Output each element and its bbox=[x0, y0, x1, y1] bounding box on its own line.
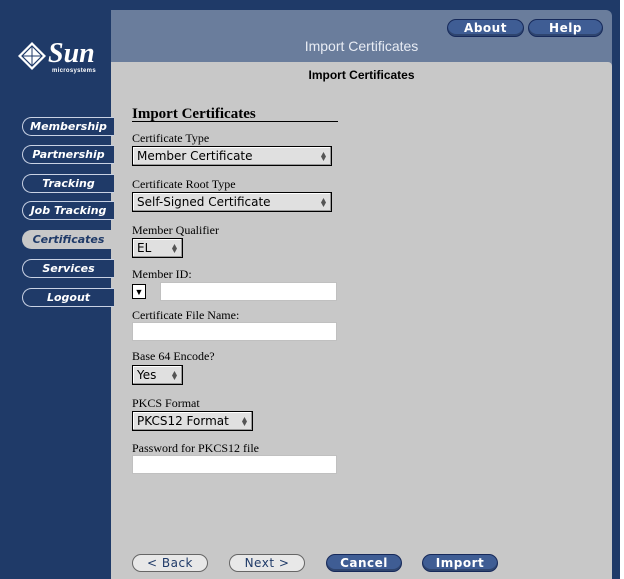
sun-diamond-icon bbox=[18, 42, 46, 70]
member-qualifier-value: EL bbox=[137, 241, 152, 255]
logo-subtitle: microsystems bbox=[52, 68, 96, 74]
next-button[interactable]: Next > bbox=[229, 554, 305, 572]
certificate-type-label: Certificate Type bbox=[132, 131, 210, 145]
select-arrow-icon bbox=[172, 244, 177, 253]
member-qualifier-select[interactable]: EL bbox=[132, 238, 183, 258]
pkcs-format-label: PKCS Format bbox=[132, 396, 200, 410]
sidebar-item-job-tracking[interactable]: Job Tracking bbox=[22, 201, 114, 220]
certificate-root-type-value: Self-Signed Certificate bbox=[137, 195, 271, 209]
back-button[interactable]: < Back bbox=[132, 554, 208, 572]
member-id-dropdown[interactable]: ▼ bbox=[132, 284, 146, 299]
certificate-type-value: Member Certificate bbox=[137, 149, 253, 163]
base64-encode-value: Yes bbox=[137, 368, 157, 382]
help-button[interactable]: Help bbox=[528, 19, 603, 37]
page-title: Import Certificates bbox=[308, 68, 415, 82]
chevron-down-icon: ▼ bbox=[134, 286, 144, 297]
member-id-input[interactable] bbox=[160, 282, 337, 301]
certificate-root-type-select[interactable]: Self-Signed Certificate bbox=[132, 192, 332, 212]
certificate-type-select[interactable]: Member Certificate bbox=[132, 146, 332, 166]
select-arrow-icon bbox=[321, 198, 326, 207]
select-arrow-icon bbox=[321, 152, 326, 161]
import-button[interactable]: Import bbox=[422, 554, 498, 572]
select-arrow-icon bbox=[172, 371, 177, 380]
sidebar-item-certificates[interactable]: Certificates bbox=[22, 230, 114, 249]
pkcs-format-value: PKCS12 Format bbox=[137, 414, 229, 428]
certificate-root-type-label: Certificate Root Type bbox=[132, 177, 236, 191]
pkcs-format-select[interactable]: PKCS12 Format bbox=[132, 411, 253, 431]
member-qualifier-label: Member Qualifier bbox=[132, 223, 219, 237]
select-arrow-icon bbox=[242, 417, 247, 426]
base64-encode-select[interactable]: Yes bbox=[132, 365, 183, 385]
app-frame: Sun microsystems Import Certificates Abo… bbox=[0, 0, 620, 579]
sidebar-item-partnership[interactable]: Partnership bbox=[22, 145, 114, 164]
sidebar-item-membership[interactable]: Membership bbox=[22, 117, 114, 136]
header-title: Import Certificates bbox=[304, 38, 419, 54]
certificate-file-name-input[interactable] bbox=[132, 322, 337, 341]
certificate-file-name-label: Certificate File Name: bbox=[132, 308, 240, 322]
pkcs12-password-label: Password for PKCS12 file bbox=[132, 441, 260, 455]
sun-logo: Sun microsystems bbox=[18, 38, 108, 80]
member-id-label: Member ID: bbox=[132, 267, 192, 281]
about-button[interactable]: About bbox=[447, 19, 524, 37]
pkcs12-password-input[interactable] bbox=[132, 455, 337, 474]
sidebar-item-tracking[interactable]: Tracking bbox=[22, 174, 114, 193]
base64-encode-label: Base 64 Encode? bbox=[132, 349, 215, 363]
section-divider bbox=[132, 121, 338, 122]
logo-wordmark: Sun bbox=[48, 38, 95, 69]
cancel-button[interactable]: Cancel bbox=[326, 554, 402, 572]
sidebar-item-logout[interactable]: Logout bbox=[22, 288, 114, 307]
sidebar-item-services[interactable]: Services bbox=[22, 259, 114, 278]
